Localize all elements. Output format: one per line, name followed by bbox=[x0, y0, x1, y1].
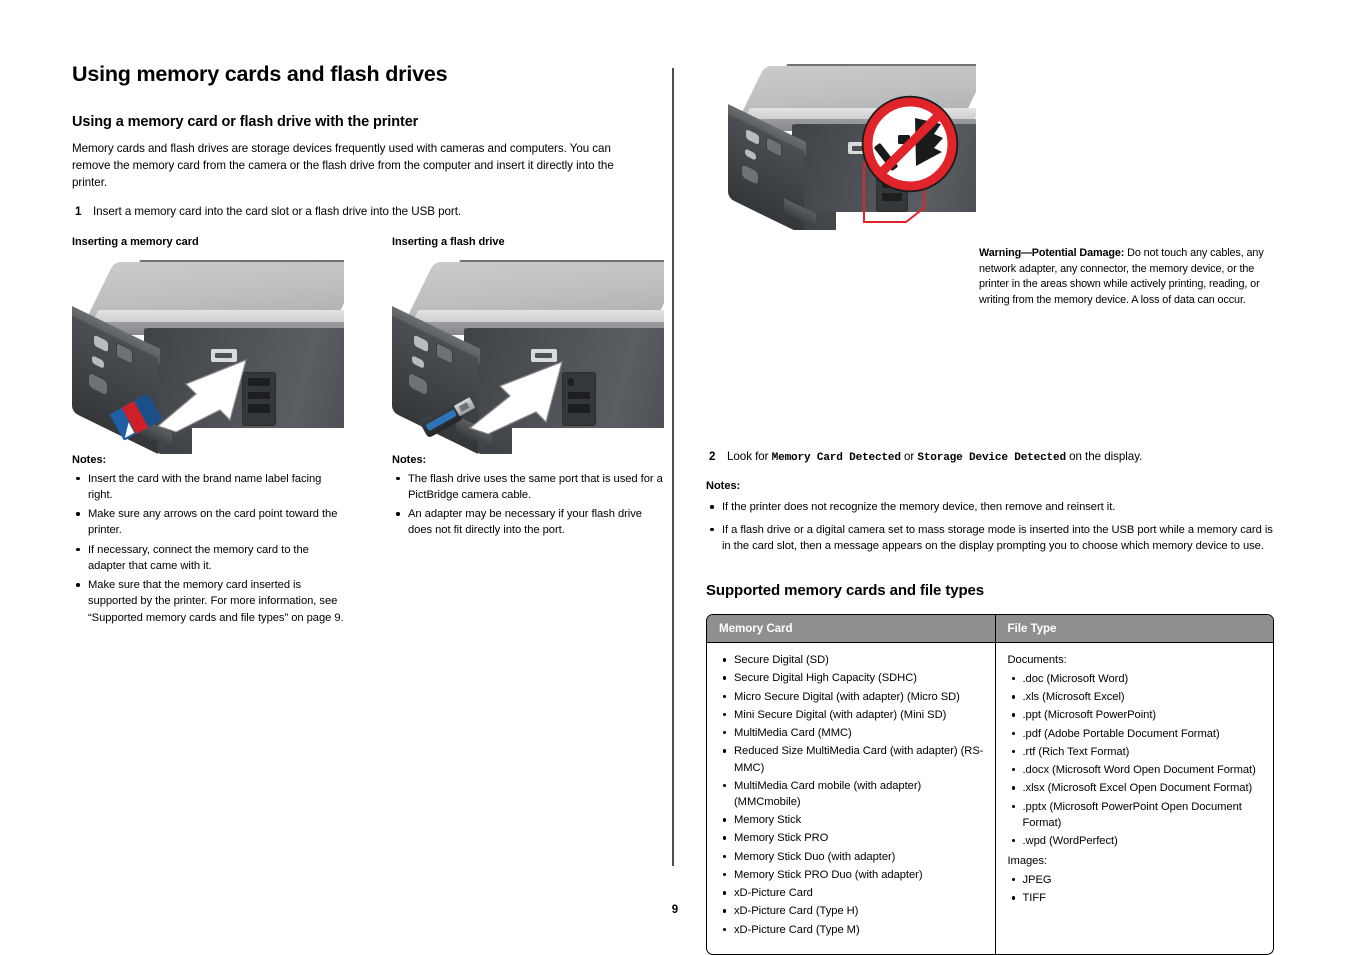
table-header-row: Memory Card File Type bbox=[707, 615, 1273, 643]
list-item: Insert the card with the brand name labe… bbox=[72, 471, 344, 503]
step-2: 2 Look for Memory Card Detected or Stora… bbox=[706, 448, 1276, 466]
images-list: JPEG TIFF bbox=[1008, 872, 1264, 906]
list-item: If the printer does not recognize the me… bbox=[706, 499, 1276, 515]
list-item: Memory Stick bbox=[719, 812, 985, 828]
figure-flash-drive: Inserting a flash drive Notes: The flash… bbox=[392, 236, 664, 629]
list-item: Memory Stick PRO bbox=[719, 830, 985, 846]
figure-2-notes-list: The flash drive uses the same port that … bbox=[392, 471, 664, 539]
list-item: MultiMedia Card mobile (with adapter) (M… bbox=[719, 778, 985, 810]
figure-1-caption: Inserting a memory card bbox=[72, 235, 199, 248]
section-heading: Using a memory card or flash drive with … bbox=[72, 113, 419, 130]
figure-1-notes-list: Insert the card with the brand name labe… bbox=[72, 471, 344, 626]
warning-label: Warning—Potential Damage: bbox=[979, 247, 1125, 259]
images-label: Images: bbox=[1007, 855, 1048, 868]
column-header-file-type: File Type bbox=[995, 615, 1273, 643]
step-2-prefix: Look for bbox=[727, 450, 772, 463]
figure-2-caption: Inserting a flash drive bbox=[392, 235, 505, 248]
page-number: 9 bbox=[671, 904, 679, 916]
list-item: xD-Picture Card (Type M) bbox=[719, 922, 985, 938]
right-column: Warning—Potential Damage: Do not touch a… bbox=[706, 62, 1276, 955]
step-2-suffix: on the display. bbox=[1065, 450, 1143, 463]
printer-memory-card-illustration bbox=[72, 254, 344, 454]
list-item: If a flash drive or a digital camera set… bbox=[706, 522, 1276, 554]
warning-illustration bbox=[728, 62, 976, 230]
list-item: Make sure any arrows on the card point t… bbox=[72, 506, 344, 538]
list-item: .pdf (Adobe Portable Document Format) bbox=[1008, 726, 1264, 742]
figure-2-notes-label: Notes: bbox=[392, 453, 427, 466]
no-touch-icon bbox=[861, 95, 959, 193]
list-item: MultiMedia Card (MMC) bbox=[719, 725, 985, 741]
step-2-middle: or bbox=[900, 450, 918, 463]
list-item: If necessary, connect the memory card to… bbox=[72, 542, 344, 574]
list-item: Secure Digital High Capacity (SDHC) bbox=[719, 670, 985, 686]
warning-paragraph: Warning—Potential Damage: Do not touch a… bbox=[979, 246, 1279, 309]
insert-arrow-icon bbox=[468, 360, 563, 435]
list-item: .ppt (Microsoft PowerPoint) bbox=[1008, 707, 1264, 723]
document-page: Using memory cards and flash drives Usin… bbox=[0, 0, 1350, 955]
code-memory-card-detected: Memory Card Detected bbox=[771, 452, 901, 464]
documents-label: Documents: bbox=[1007, 654, 1067, 667]
figure-row: Inserting a memory card Notes: Insert th… bbox=[72, 236, 664, 629]
list-item: Reduced Size MultiMedia Card (with adapt… bbox=[719, 743, 985, 775]
list-item: xD-Picture Card bbox=[719, 885, 985, 901]
right-notes-label: Notes: bbox=[706, 480, 741, 493]
list-item: .xls (Microsoft Excel) bbox=[1008, 689, 1264, 705]
page-title: Using memory cards and flash drives bbox=[72, 62, 448, 86]
memory-card-list: Secure Digital (SD) Secure Digital High … bbox=[719, 652, 985, 938]
list-item: Make sure that the memory card inserted … bbox=[72, 577, 344, 626]
right-notes-list: If the printer does not recognize the me… bbox=[706, 499, 1276, 554]
list-item: .xlsx (Microsoft Excel Open Document For… bbox=[1008, 780, 1264, 796]
table-heading: Supported memory cards and file types bbox=[706, 582, 985, 600]
step-2-text: Look for Memory Card Detected or Storage… bbox=[727, 448, 1276, 466]
list-item: .doc (Microsoft Word) bbox=[1008, 671, 1264, 687]
step-1: 1 Insert a memory card into the card slo… bbox=[72, 203, 642, 220]
list-item: .docx (Microsoft Word Open Document Form… bbox=[1008, 762, 1264, 778]
printer-flash-drive-illustration bbox=[392, 254, 664, 454]
list-item: Secure Digital (SD) bbox=[719, 652, 985, 668]
code-storage-device-detected: Storage Device Detected bbox=[917, 452, 1066, 464]
list-item: Mini Secure Digital (with adapter) (Mini… bbox=[719, 707, 985, 723]
list-item: JPEG bbox=[1008, 872, 1264, 888]
list-item: Memory Stick Duo (with adapter) bbox=[719, 849, 985, 865]
insert-arrow-icon bbox=[156, 358, 247, 433]
list-item: An adapter may be necessary if your flas… bbox=[392, 506, 664, 538]
list-item: Micro Secure Digital (with adapter) (Mic… bbox=[719, 689, 985, 705]
list-item: .wpd (WordPerfect) bbox=[1008, 833, 1264, 849]
step-1-number: 1 bbox=[75, 204, 82, 218]
list-item: .pptx (Microsoft PowerPoint Open Documen… bbox=[1008, 799, 1264, 831]
column-divider bbox=[672, 68, 674, 866]
step-1-text: Insert a memory card into the card slot … bbox=[93, 204, 462, 218]
step-2-number: 2 bbox=[709, 450, 716, 463]
column-header-memory-card: Memory Card bbox=[707, 615, 996, 643]
list-item: Memory Stick PRO Duo (with adapter) bbox=[719, 867, 985, 883]
figure-memory-card: Inserting a memory card Notes: Insert th… bbox=[72, 236, 344, 629]
list-item: .rtf (Rich Text Format) bbox=[1008, 744, 1264, 760]
list-item: The flash drive uses the same port that … bbox=[392, 471, 664, 503]
left-column: Using memory cards and flash drives Usin… bbox=[72, 62, 664, 629]
documents-list: .doc (Microsoft Word) .xls (Microsoft Ex… bbox=[1008, 671, 1264, 849]
intro-paragraph: Memory cards and flash drives are storag… bbox=[72, 142, 614, 190]
figure-1-notes-label: Notes: bbox=[72, 453, 107, 466]
